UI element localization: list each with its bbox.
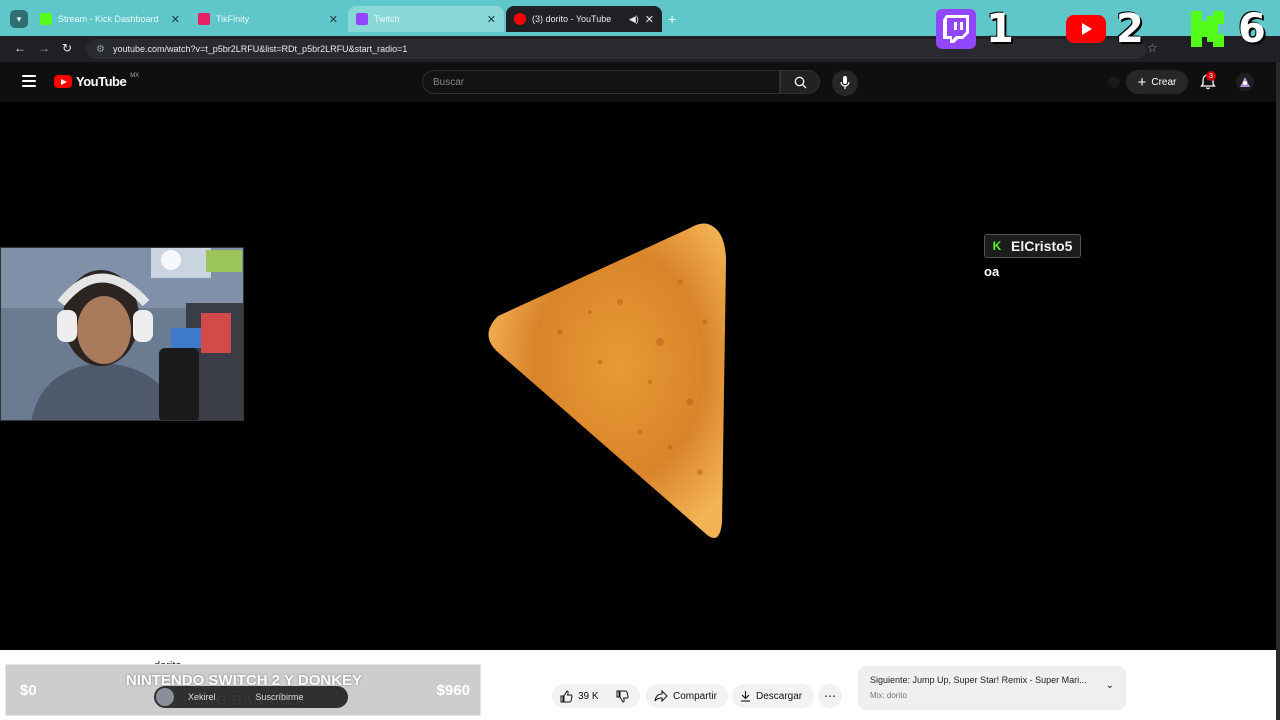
kick-icon [1188, 9, 1228, 49]
search-placeholder: Buscar [433, 76, 465, 88]
search-icon [794, 76, 806, 88]
tab-kick-dashboard[interactable]: Stream - Kick Dashboard ✕ [32, 6, 188, 32]
microphone-icon [840, 76, 850, 89]
goal-target-amount: $960 [436, 682, 470, 699]
url-text: youtube.com/watch?v=t_p5br2LRFU&list=RDt… [112, 44, 408, 54]
channel-name[interactable]: Xekirel [188, 692, 216, 702]
new-tab-button[interactable]: + [668, 11, 676, 27]
plus-icon: + [1137, 73, 1147, 91]
screen: ▾ Stream - Kick Dashboard ✕ TikFinity ✕ … [0, 0, 1280, 720]
up-next-card[interactable]: Siguiente: Jump Up, Super Star! Remix - … [858, 666, 1126, 710]
tab-title: TikFinity [216, 14, 250, 24]
youtube-play-icon [54, 75, 72, 88]
kick-viewer-count: 6 [1238, 6, 1266, 52]
twitch-favicon-icon [356, 13, 368, 25]
thumbs-up-icon [560, 689, 573, 702]
youtube-viewer-counter: 2 [1066, 2, 1144, 56]
dislike-button[interactable] [616, 684, 629, 708]
like-count: 39 K [578, 690, 599, 702]
tab-twitch[interactable]: Twitch ✕ [348, 6, 504, 32]
streamer-webcam-image [1, 248, 243, 420]
youtube-favicon-icon [514, 13, 526, 25]
subscribe-button[interactable]: Suscríbirme [256, 692, 304, 702]
download-label: Descargar [756, 690, 803, 702]
back-icon[interactable]: ← [14, 41, 26, 55]
more-actions-icon[interactable]: ⋯ [824, 684, 837, 708]
youtube-logo-text: YouTube [76, 74, 127, 89]
chat-username-badge: K ElCristo5 [984, 234, 1082, 258]
tab-youtube-dorito[interactable]: (3) dorito - YouTube ◀) ✕ [506, 6, 662, 32]
twitch-viewer-counter: 1 [936, 2, 1014, 56]
tab-title: Twitch [374, 14, 400, 24]
kick-favicon-icon [40, 13, 52, 25]
page-scrollbar[interactable] [1276, 62, 1280, 720]
create-label: Crear [1151, 76, 1177, 88]
webcam-overlay [0, 247, 244, 421]
like-button[interactable]: 39 K [560, 684, 599, 708]
up-next-subtitle: Mix: dorito [870, 691, 907, 700]
avatar-icon [1240, 77, 1250, 87]
chat-overlay-message: K ElCristo5 oa [984, 234, 1082, 279]
kick-icon: K [992, 239, 1002, 253]
share-button[interactable]: Compartir [654, 684, 717, 708]
download-icon [741, 691, 750, 702]
forward-icon[interactable]: → [38, 41, 50, 55]
close-tab-icon[interactable]: ✕ [171, 13, 180, 26]
youtube-viewer-count: 2 [1116, 6, 1144, 52]
region-code: MX [130, 72, 140, 79]
speaker-icon[interactable]: ◀) [629, 14, 639, 25]
reload-icon[interactable]: ↻ [62, 41, 72, 55]
site-info-icon[interactable]: ⚙ [96, 44, 105, 55]
share-label: Compartir [673, 690, 717, 702]
channel-subscribe-chip[interactable]: Xekirel Suscríbirme [154, 686, 348, 708]
up-next-title: Siguiente: Jump Up, Super Star! Remix - … [870, 675, 1087, 685]
youtube-header: YouTube MX Buscar + Crear 3 [0, 62, 1276, 102]
cast-icon[interactable] [1108, 76, 1120, 88]
share-arrow-icon [654, 690, 668, 702]
tab-tikfinity[interactable]: TikFinity ✕ [190, 6, 346, 32]
youtube-logo[interactable]: YouTube MX [54, 72, 140, 89]
notification-badge: 3 [1206, 71, 1216, 81]
tikfinity-favicon-icon [198, 13, 210, 25]
menu-icon[interactable] [22, 75, 36, 87]
channel-avatar[interactable] [156, 688, 174, 706]
search-button[interactable] [780, 70, 820, 94]
twitch-viewer-count: 1 [986, 6, 1014, 52]
kick-viewer-counter: 6 [1188, 2, 1266, 56]
chat-message: oa [984, 264, 1000, 279]
create-button[interactable]: + Crear [1126, 70, 1188, 94]
youtube-icon [1066, 9, 1106, 49]
chevron-down-icon[interactable]: ⌄ [1106, 680, 1114, 691]
search-input[interactable]: Buscar [422, 70, 780, 94]
twitch-icon [936, 9, 976, 49]
download-button[interactable]: Descargar [740, 684, 802, 708]
thumbs-down-icon [616, 690, 629, 703]
tab-title: (3) dorito - YouTube [532, 14, 612, 24]
close-tab-icon[interactable]: ✕ [645, 13, 654, 26]
voice-search-button[interactable] [832, 70, 858, 96]
close-tab-icon[interactable]: ✕ [487, 13, 496, 26]
goal-start-amount: $0 [20, 682, 37, 699]
tab-title: Stream - Kick Dashboard [58, 14, 159, 24]
tab-search-button[interactable]: ▾ [10, 10, 28, 28]
close-tab-icon[interactable]: ✕ [329, 13, 338, 26]
bookmark-star-icon[interactable]: ☆ [1147, 41, 1158, 55]
chat-username: ElCristo5 [1011, 238, 1073, 254]
account-avatar[interactable] [1236, 73, 1254, 91]
